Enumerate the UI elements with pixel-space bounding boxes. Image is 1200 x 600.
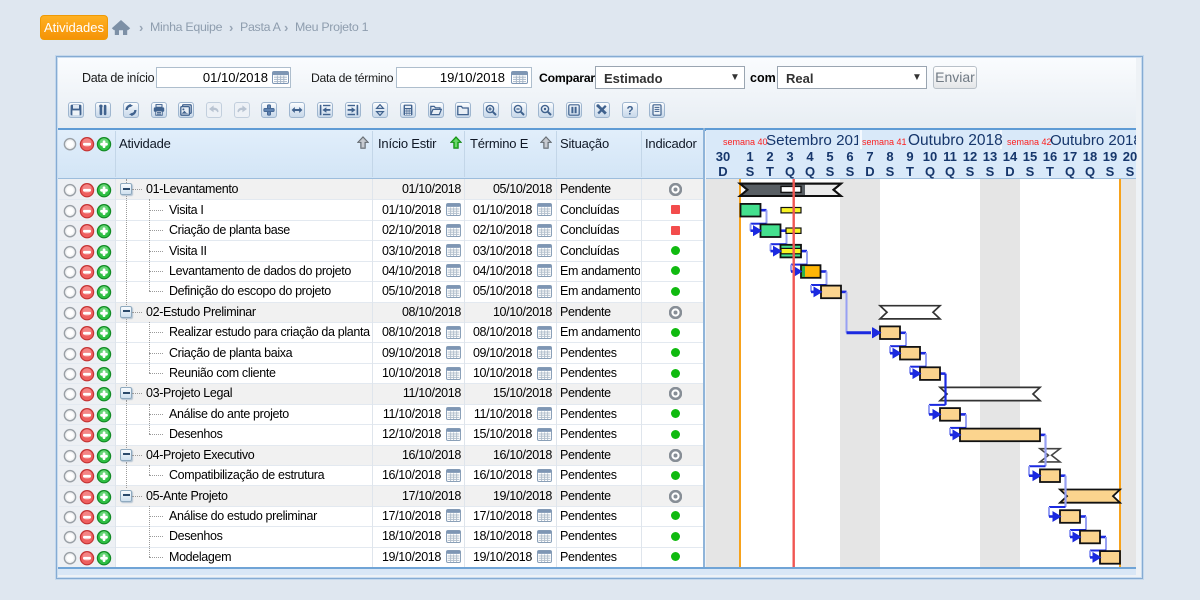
svg-text:?: ? bbox=[626, 105, 633, 116]
